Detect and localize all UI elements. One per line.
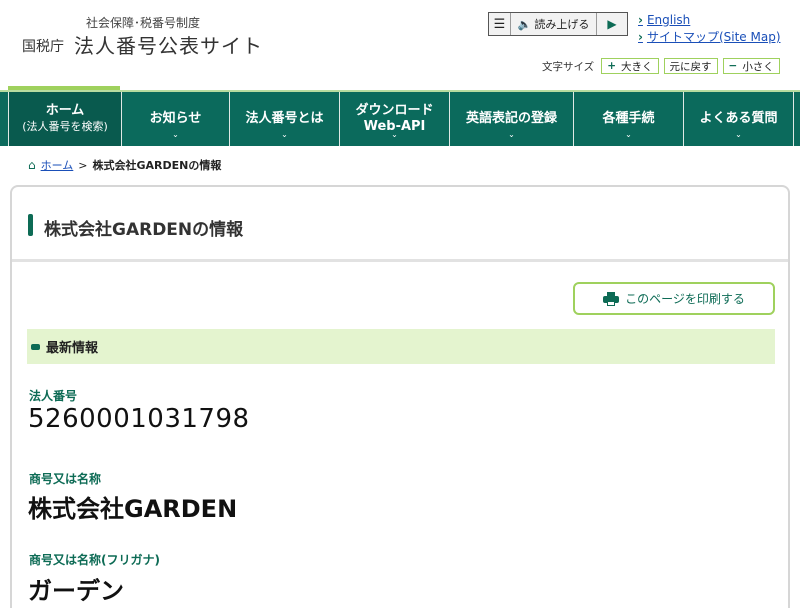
chevron-down-icon: ⌄ <box>735 130 742 139</box>
kana-label: 商号又は名称(フリガナ) <box>29 553 160 567</box>
global-nav: ホーム (法人番号を検索) お知らせ ⌄ 法人番号とは ⌄ ダウンロード Web… <box>0 90 800 146</box>
nav-faq[interactable]: よくある質問 ⌄ <box>684 92 794 146</box>
speech-toolbar: ☰ 🔈 読み上げる ▶ <box>488 12 628 36</box>
nav-procedures-label: 各種手続 <box>602 111 655 126</box>
card-header: 株式会社GARDENの情報 <box>12 187 788 262</box>
font-size-label: 文字サイズ <box>542 60 595 73</box>
nav-home[interactable]: ホーム (法人番号を検索) <box>8 92 122 146</box>
printer-icon <box>603 291 620 306</box>
nav-english-registration-label: 英語表記の登録 <box>465 111 557 126</box>
sitemap-link-label: サイトマップ(Site Map) <box>646 30 781 44</box>
font-size-controls: 文字サイズ + 大きく 元に戻す − 小さく <box>542 58 780 74</box>
breadcrumb: ⌂ ホーム > 株式会社GARDENの情報 <box>28 157 221 173</box>
font-smaller-button[interactable]: − 小さく <box>722 58 780 74</box>
site-header: 社会保障･税番号制度 国税庁 法人番号公表サイト ☰ 🔈 読み上げる ▶ › En… <box>0 0 800 90</box>
corp-number-label: 法人番号 <box>29 389 78 403</box>
logo-agency: 国税庁 <box>22 39 64 55</box>
font-reset-button[interactable]: 元に戻す <box>663 58 718 74</box>
plus-icon: + <box>607 60 616 72</box>
nav-news[interactable]: お知らせ ⌄ <box>122 92 230 146</box>
nav-faq-label: よくある質問 <box>699 111 778 126</box>
english-link[interactable]: › English <box>638 12 781 29</box>
kana-value: ガーデン <box>28 577 124 605</box>
corporation-info-card: 株式会社GARDENの情報 このページを印刷する 最新情報 法人番号 52600… <box>10 185 790 608</box>
top-links: › English › サイトマップ(Site Map) <box>638 12 781 46</box>
breadcrumb-separator: > <box>78 158 88 172</box>
sitemap-link[interactable]: › サイトマップ(Site Map) <box>638 29 781 46</box>
corp-number-value: 5260001031798 <box>28 404 250 434</box>
nav-home-sublabel: (法人番号を検索) <box>22 120 108 133</box>
chevron-down-icon: ⌄ <box>625 130 632 139</box>
name-label: 商号又は名称 <box>29 472 102 486</box>
nav-home-label: ホーム <box>45 103 85 118</box>
menu-icon[interactable]: ☰ <box>489 13 511 35</box>
logo-site-name: 法人番号公表サイト <box>74 34 263 58</box>
chevron-down-icon: ⌄ <box>391 130 398 139</box>
read-aloud-button[interactable]: 🔈 読み上げる <box>511 13 597 35</box>
nav-about-label: 法人番号とは <box>245 111 324 126</box>
chevron-right-icon: › <box>638 30 643 44</box>
font-smaller-label: 小さく <box>742 60 774 73</box>
font-larger-button[interactable]: + 大きく <box>601 58 659 74</box>
nav-download-label: ダウンロード <box>355 103 434 118</box>
print-page-button[interactable]: このページを印刷する <box>573 282 775 315</box>
nav-news-label: お知らせ <box>149 111 202 126</box>
section-heading-latest: 最新情報 <box>27 329 775 364</box>
chevron-down-icon: ⌄ <box>508 130 515 139</box>
section-marker <box>31 343 40 350</box>
chevron-right-icon: › <box>638 13 643 27</box>
nav-download[interactable]: ダウンロード Web-API ⌄ <box>340 92 450 146</box>
minus-icon: − <box>728 60 738 72</box>
font-larger-label: 大きく <box>621 60 653 73</box>
nav-english-registration[interactable]: 英語表記の登録 ⌄ <box>450 92 574 146</box>
chevron-down-icon: ⌄ <box>281 130 288 139</box>
section-title: 最新情報 <box>46 341 99 356</box>
title-accent-bar <box>28 214 33 236</box>
speaker-icon: 🔈 <box>517 17 532 31</box>
page-title: 株式会社GARDENの情報 <box>44 220 244 240</box>
nav-procedures[interactable]: 各種手続 ⌄ <box>574 92 684 146</box>
breadcrumb-home-link[interactable]: ホーム <box>41 157 74 173</box>
home-icon: ⌂ <box>28 158 36 172</box>
chevron-down-icon: ⌄ <box>172 130 179 139</box>
english-link-label: English <box>646 13 691 27</box>
nav-about[interactable]: 法人番号とは ⌄ <box>230 92 340 146</box>
print-page-label: このページを印刷する <box>625 292 745 306</box>
play-icon[interactable]: ▶ <box>597 13 627 35</box>
read-aloud-label: 読み上げる <box>534 18 590 31</box>
breadcrumb-current: 株式会社GARDENの情報 <box>92 159 222 172</box>
name-value: 株式会社GARDEN <box>28 495 238 523</box>
logo-subtitle: 社会保障･税番号制度 <box>86 16 201 30</box>
font-reset-label: 元に戻す <box>669 60 712 73</box>
